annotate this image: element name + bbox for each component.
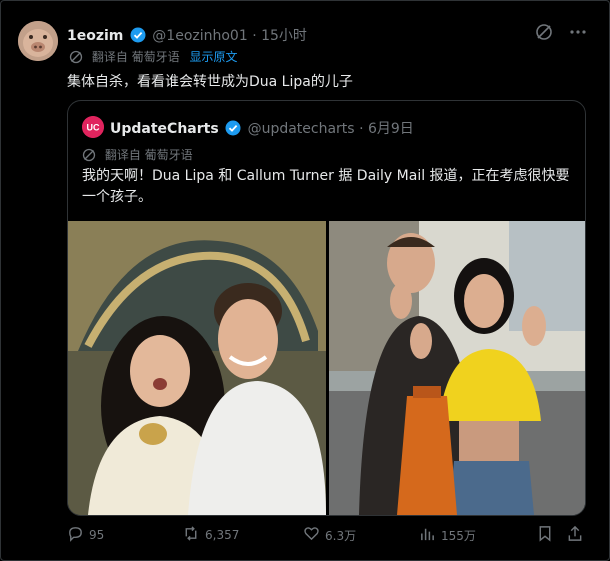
grok-icon[interactable]: [535, 23, 553, 45]
couple-selfie-photo[interactable]: [68, 221, 326, 515]
translation-notice: 翻译自 葡萄牙语 显示原文: [69, 48, 238, 67]
quoted-text: 我的天啊！Dua Lipa 和 Callum Turner 据 Daily Ma…: [82, 168, 570, 205]
tweet-top-actions: [535, 23, 587, 45]
couple-street-photo[interactable]: [329, 221, 585, 515]
show-original-link[interactable]: 显示原文: [189, 50, 237, 64]
translate-icon: [82, 148, 96, 165]
verified-badge-icon: [130, 27, 146, 47]
verified-badge-icon: [225, 120, 241, 140]
views-count: 155万: [441, 528, 476, 543]
views-button[interactable]: 155万: [419, 525, 476, 545]
reply-button[interactable]: 95: [67, 525, 104, 545]
like-count: 6.3万: [325, 528, 357, 543]
quoted-author-avatar[interactable]: UC: [82, 116, 104, 138]
svg-text:UC: UC: [87, 123, 100, 133]
repost-count: 6,357: [205, 528, 240, 542]
repost-button[interactable]: 6,357: [182, 525, 239, 545]
tweet-card: 1eozim @1eozinho01 · 15小时 翻译自 葡萄牙语 显示原文 …: [0, 0, 610, 561]
share-button[interactable]: [567, 525, 583, 545]
pig-face-icon: [18, 21, 58, 61]
heart-icon: [303, 525, 320, 545]
author-handle[interactable]: @1eozinho01: [152, 28, 247, 44]
bookmark-icon: [537, 525, 553, 545]
quoted-author-name[interactable]: UpdateCharts: [110, 121, 219, 137]
translate-icon: [69, 50, 83, 67]
quoted-author-handle[interactable]: @updatecharts: [248, 121, 355, 137]
tweet-timestamp[interactable]: 15小时: [261, 28, 307, 44]
more-options-icon[interactable]: [569, 23, 587, 45]
share-icon: [567, 525, 583, 545]
reply-count: 95: [89, 528, 105, 542]
separator: ·: [359, 121, 364, 137]
tweet-actions: 95 6,357 6.3万 155万: [67, 525, 587, 549]
separator: ·: [252, 28, 257, 44]
quoted-tweet[interactable]: UC UpdateCharts @updatecharts · 6月9日 翻译自…: [67, 100, 586, 516]
author-avatar[interactable]: [18, 21, 58, 61]
repost-icon: [182, 525, 200, 545]
bookmark-button[interactable]: [537, 525, 553, 545]
quoted-translation-notice: 翻译自 葡萄牙语: [82, 146, 193, 165]
tweet-header: 1eozim @1eozinho01 · 15小时: [67, 25, 307, 47]
views-chart-icon: [419, 525, 436, 545]
quoted-timestamp[interactable]: 6月9日: [368, 121, 414, 137]
quoted-header: UpdateCharts @updatecharts · 6月9日: [110, 118, 414, 140]
reply-icon: [67, 525, 84, 545]
tweet-text: 集体自杀，看看谁会转世成为Dua Lipa的儿子: [67, 74, 353, 90]
author-name[interactable]: 1eozim: [67, 28, 123, 44]
translation-label: 翻译自 葡萄牙语: [91, 50, 180, 64]
quoted-translation-label: 翻译自 葡萄牙语: [104, 148, 193, 162]
like-button[interactable]: 6.3万: [303, 525, 356, 545]
